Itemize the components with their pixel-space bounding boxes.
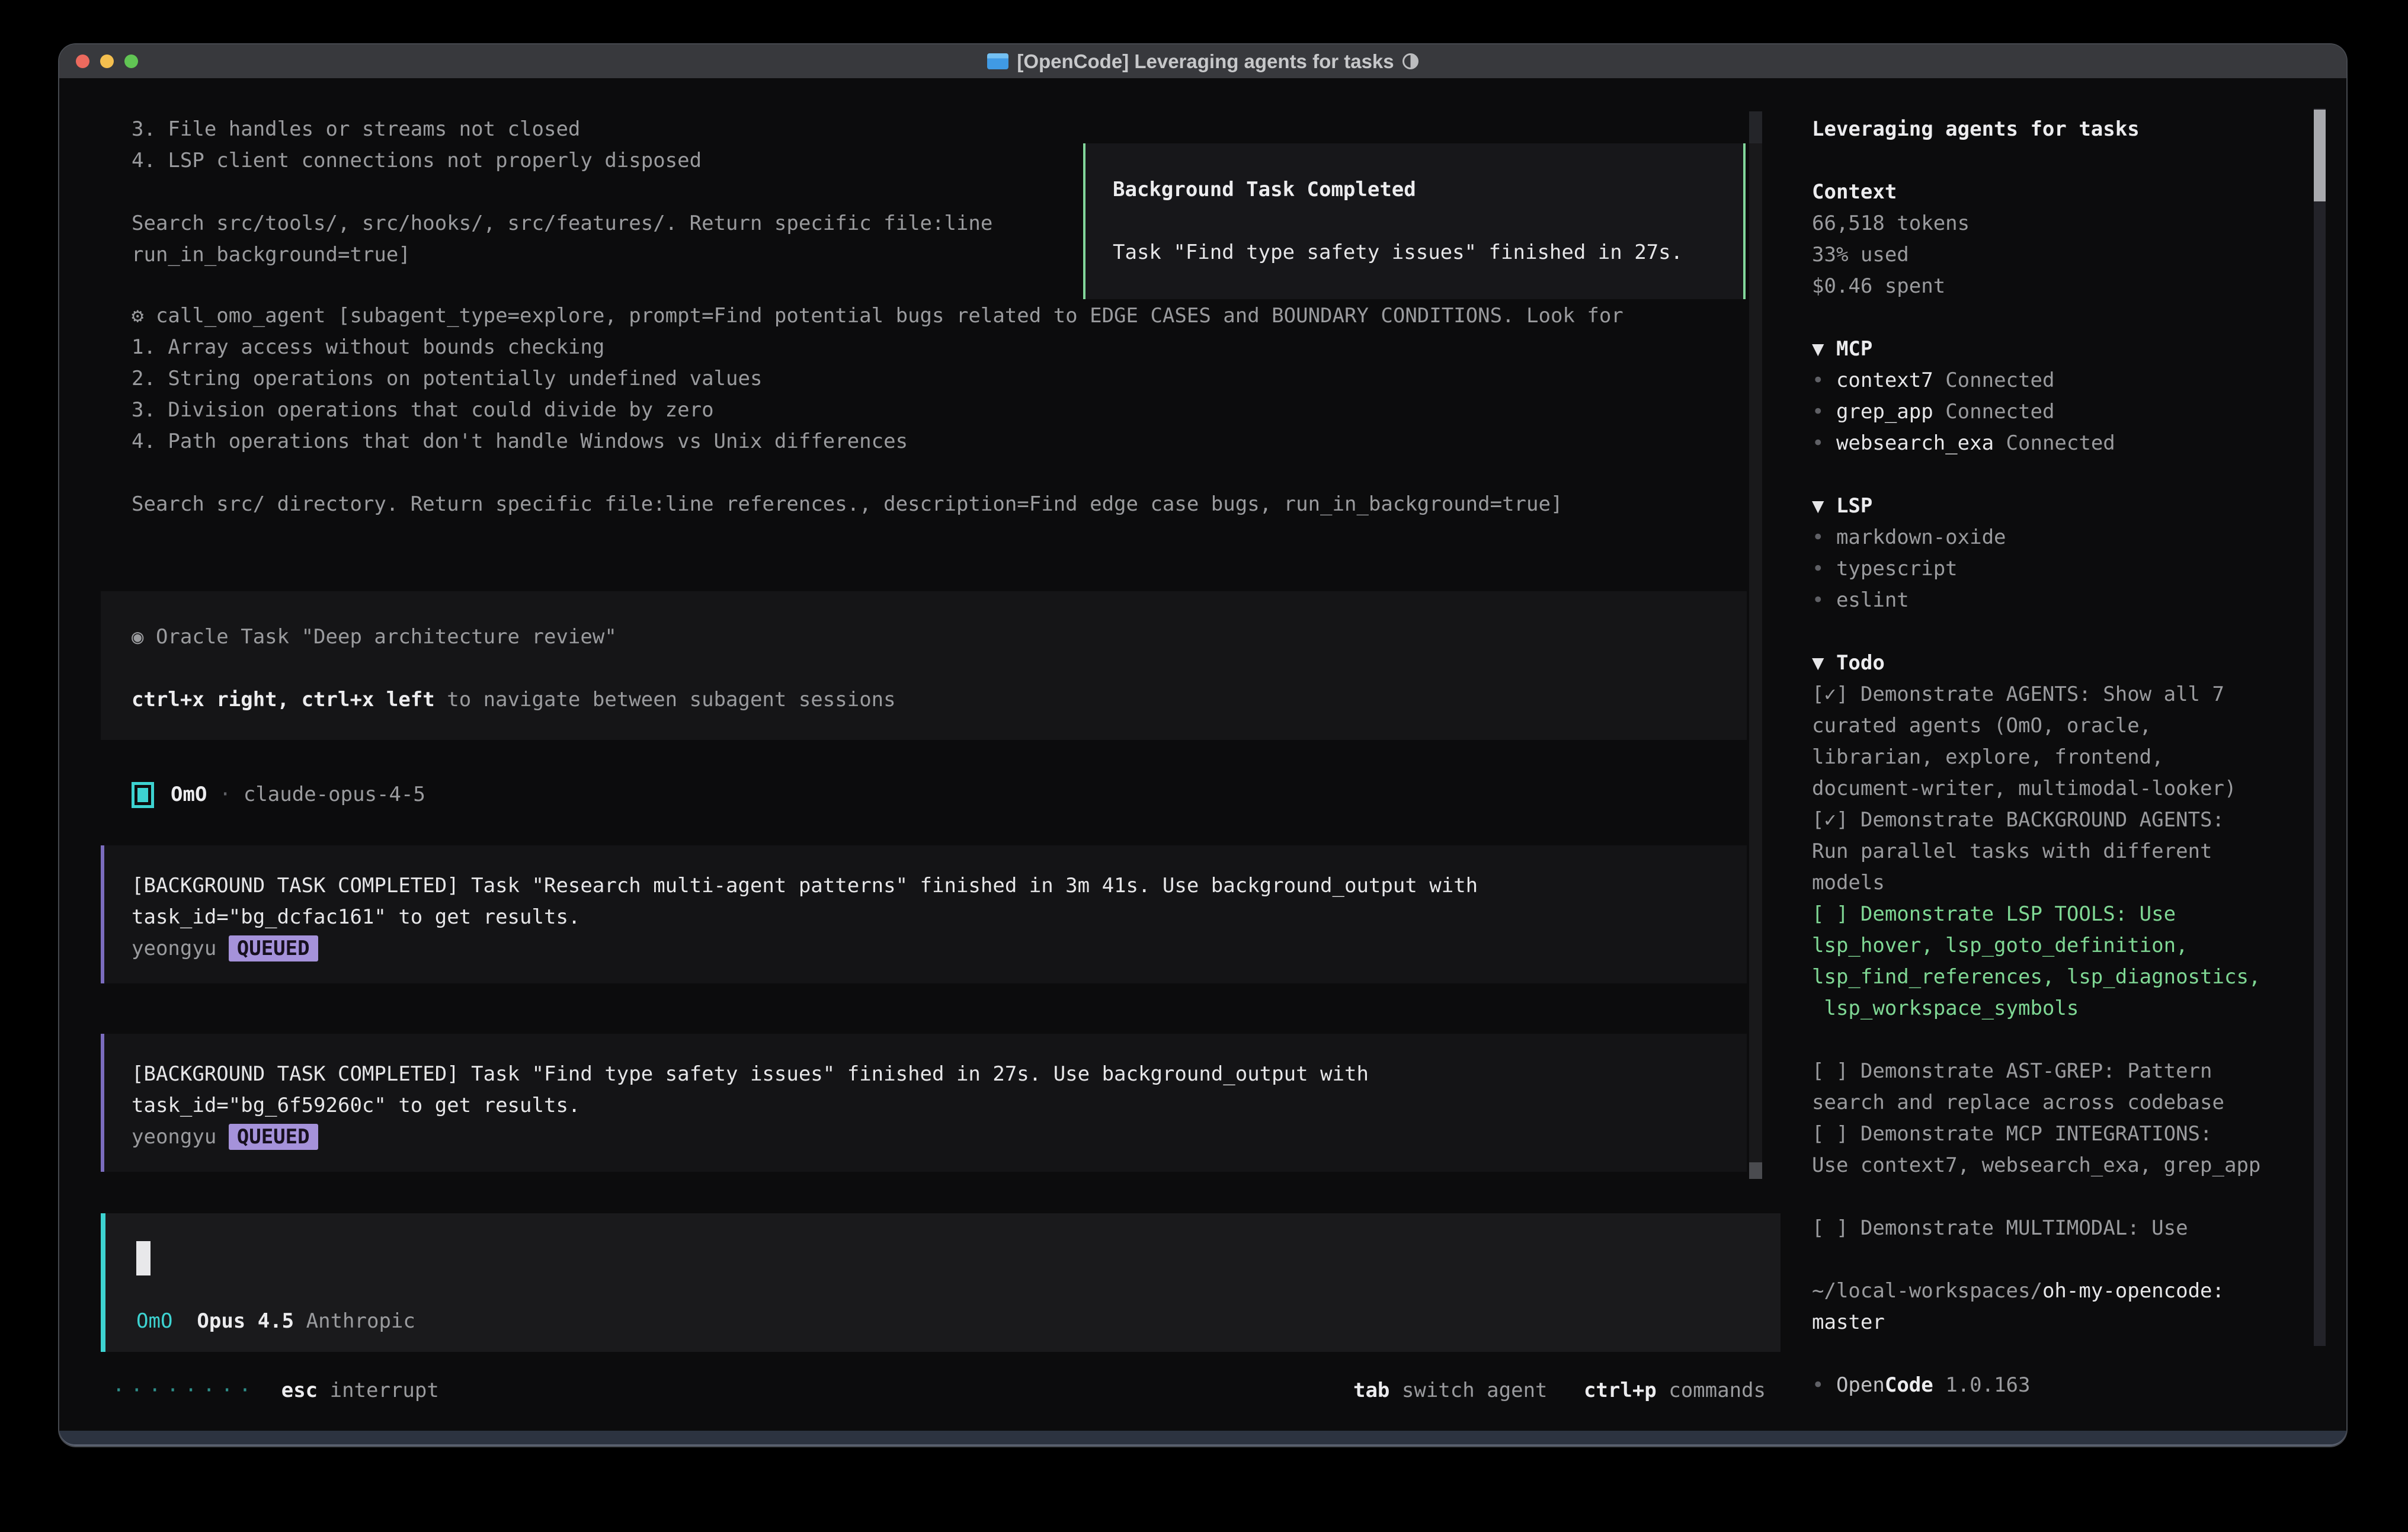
text-line	[1812, 1338, 2260, 1370]
agent-header: OmO · claude-opus-4-5	[132, 779, 425, 810]
text-line: Task "Find type safety issues" finished …	[1113, 237, 1743, 268]
text-line	[132, 457, 1624, 489]
task-message[interactable]: [BACKGROUND TASK COMPLETED] Task "Find t…	[101, 1034, 1747, 1172]
text-line: [BACKGROUND TASK COMPLETED] Task "Resear…	[132, 870, 1747, 902]
text-line: $0.46 spent	[1812, 271, 2260, 302]
text-line: 33% used	[1812, 239, 2260, 271]
agent-header-text: OmO · claude-opus-4-5	[171, 779, 425, 810]
text-line: Background Task Completed	[1113, 174, 1743, 206]
text-line: • eslint	[1812, 585, 2260, 616]
text-line: [✓] Demonstrate AGENTS: Show all 7	[1812, 679, 2260, 710]
text-line: master	[1812, 1307, 2260, 1338]
text-cursor	[136, 1241, 150, 1275]
text-line: [BACKGROUND TASK COMPLETED] Task "Find t…	[132, 1059, 1747, 1090]
text-line	[1113, 206, 1743, 237]
half-circle-icon	[1402, 53, 1418, 69]
sidebar: Leveraging agents for tasks Context66,51…	[1812, 114, 2260, 1401]
text-line: • websearch_exa Connected	[1812, 428, 2260, 459]
text-line: 3. Division operations that could divide…	[132, 395, 1624, 426]
text-line: yeongyu QUEUED	[132, 933, 1747, 964]
text-line	[1812, 1244, 2260, 1275]
chat-scrollbar[interactable]	[1749, 111, 1762, 1179]
task-message[interactable]: [BACKGROUND TASK COMPLETED] Task "Resear…	[101, 845, 1747, 983]
text-line: Use context7, websearch_exa, grep_app	[1812, 1150, 2260, 1181]
text-line: [ ] Demonstrate MULTIMODAL: Use	[1812, 1213, 2260, 1244]
text-line: ········ esc interrupt	[113, 1375, 439, 1406]
text-line	[1812, 1024, 2260, 1056]
text-line: Search src/ directory. Return specific f…	[132, 489, 1624, 520]
text-line: • OpenCode 1.0.163	[1812, 1370, 2260, 1401]
text-line: [ ] Demonstrate LSP TOOLS: Use	[1812, 899, 2260, 930]
text-line: [✓] Demonstrate BACKGROUND AGENTS:	[1812, 805, 2260, 836]
text-line: • grep_app Connected	[1812, 396, 2260, 428]
model-indicator: OmO Opus 4.5 Anthropic	[136, 1306, 415, 1337]
text-line: document-writer, multimodal-looker)	[1812, 773, 2260, 805]
text-line: ▼ LSP	[1812, 491, 2260, 522]
text-line: run_in_background=true]	[132, 239, 992, 271]
text-line: Leveraging agents for tasks	[1812, 114, 2260, 145]
chat-scrollbar-thumb[interactable]	[1749, 1162, 1762, 1179]
terminal-content: 3. File handles or streams not closed4. …	[59, 78, 2346, 1431]
text-line: lsp_find_references, lsp_diagnostics,	[1812, 961, 2260, 993]
text-line: Context	[1812, 177, 2260, 208]
text-line: Search src/tools/, src/hooks/, src/featu…	[132, 208, 992, 239]
text-line: search and replace across codebase	[1812, 1087, 2260, 1118]
text-line: OmO · claude-opus-4-5	[171, 779, 425, 810]
text-line	[1812, 145, 2260, 177]
sidebar-scrollbar-thumb[interactable]	[2314, 110, 2326, 201]
text-line: task_id="bg_6f59260c" to get results.	[132, 1090, 1747, 1121]
title-bar[interactable]: [OpenCode] Leveraging agents for tasks	[59, 44, 2346, 78]
status-bar-right: tab switch agent ctrl+p commands	[1353, 1375, 1766, 1406]
text-line: • context7 Connected	[1812, 365, 2260, 396]
text-line: yeongyu QUEUED	[132, 1121, 1747, 1153]
text-line: [ ] Demonstrate AST-GREP: Pattern	[1812, 1056, 2260, 1087]
text-line: task_id="bg_dcfac161" to get results.	[132, 902, 1747, 933]
background-task-notification: Background Task Completed Task "Find typ…	[1083, 143, 1746, 299]
window-bottom-edge	[59, 1431, 2346, 1446]
text-line	[1812, 302, 2260, 334]
text-line: 66,518 tokens	[1812, 208, 2260, 239]
text-line: ◉ Oracle Task "Deep architecture review"	[132, 621, 1747, 653]
text-line	[1812, 1181, 2260, 1213]
oracle-task-box[interactable]: ◉ Oracle Task "Deep architecture review"…	[101, 591, 1747, 740]
text-line: • markdown-oxide	[1812, 522, 2260, 553]
text-line	[1812, 616, 2260, 648]
text-line: lsp_workspace_symbols	[1812, 993, 2260, 1024]
text-line: Run parallel tasks with different	[1812, 836, 2260, 867]
sidebar-scrollbar[interactable]	[2314, 108, 2326, 1346]
text-line: 2. String operations on potentially unde…	[132, 363, 1624, 395]
prompt-input[interactable]: OmO Opus 4.5 Anthropic	[101, 1213, 1781, 1352]
text-line: [ ] Demonstrate MCP INTEGRATIONS:	[1812, 1118, 2260, 1150]
app-window: [OpenCode] Leveraging agents for tasks 3…	[59, 44, 2346, 1446]
text-line: 3. File handles or streams not closed	[132, 114, 992, 145]
text-line: ctrl+x right, ctrl+x left to navigate be…	[132, 684, 1747, 716]
text-line: ⚙ call_omo_agent [subagent_type=explore,…	[132, 300, 1624, 332]
tool-call-block: ⚙ call_omo_agent [subagent_type=explore,…	[132, 300, 1624, 520]
text-line: 1. Array access without bounds checking	[132, 332, 1624, 363]
text-line: • typescript	[1812, 553, 2260, 585]
status-bar-left: ········ esc interrupt	[113, 1375, 439, 1406]
text-line: 4. LSP client connections not properly d…	[132, 145, 992, 177]
window-title-group: [OpenCode] Leveraging agents for tasks	[59, 44, 2346, 78]
window-title: [OpenCode] Leveraging agents for tasks	[1017, 50, 1394, 73]
chat-scrollback: 3. File handles or streams not closed4. …	[132, 114, 992, 271]
text-line: OmO Opus 4.5 Anthropic	[136, 1306, 415, 1337]
text-line	[132, 177, 992, 208]
text-line	[1812, 459, 2260, 491]
text-line: ▼ MCP	[1812, 334, 2260, 365]
text-line: ▼ Todo	[1812, 648, 2260, 679]
text-line: tab switch agent ctrl+p commands	[1353, 1375, 1766, 1406]
text-line	[132, 653, 1747, 684]
text-line: curated agents (OmO, oracle,	[1812, 710, 2260, 742]
agent-square-icon	[132, 782, 154, 808]
text-line: 4. Path operations that don't handle Win…	[132, 426, 1624, 457]
text-line: models	[1812, 867, 2260, 899]
folder-icon	[987, 53, 1008, 69]
text-line: ~/local-workspaces/oh-my-opencode:	[1812, 1275, 2260, 1307]
chat-scrollbar-top-segment	[1749, 111, 1762, 143]
text-line: lsp_hover, lsp_goto_definition,	[1812, 930, 2260, 961]
text-line: librarian, explore, frontend,	[1812, 742, 2260, 773]
